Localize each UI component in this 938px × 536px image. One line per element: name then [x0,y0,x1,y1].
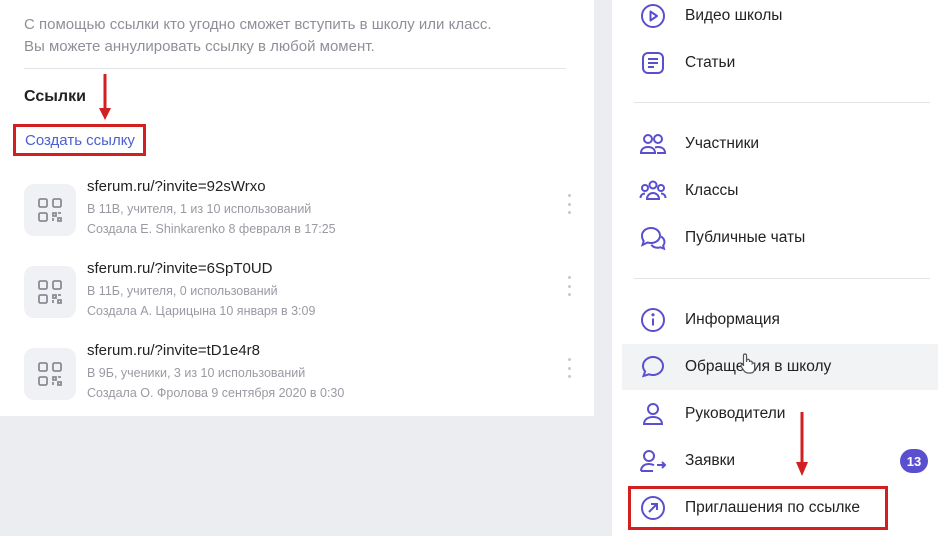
school-menu: Видео школы Статьи Участники Классы Публ… [612,0,938,536]
menu-item-label: Приглашения по ссылке [685,499,860,516]
requests-count-badge: 13 [900,449,928,473]
menu-item-label: Информация [685,311,780,328]
menu-item-members[interactable]: Участники [612,121,938,167]
menu-item-requests[interactable]: Заявки 13 [612,438,938,484]
annotation-arrow [98,74,112,122]
menu-item-link-invitations[interactable]: Приглашения по ссылке [612,485,938,531]
menu-item-label: Участники [685,135,760,152]
arrow-circle-icon [638,493,668,523]
qr-code-icon[interactable] [24,348,76,400]
menu-item-label: Публичные чаты [685,229,806,246]
menu-item-label: Руководители [685,405,786,422]
more-icon[interactable] [566,276,572,296]
cursor-hand-icon [740,352,756,374]
qr-code-icon[interactable] [24,266,76,318]
more-icon[interactable] [566,358,572,378]
link-meta: В 11В, учителя, 1 из 10 использований [87,202,312,216]
links-section-title: Ссылки [24,88,86,105]
members-icon [638,129,668,159]
link-creator: Создала А. Царицына 10 января в 3:09 [87,304,316,318]
menu-item-label: Классы [685,182,739,199]
info-icon [638,305,668,335]
menu-item-articles[interactable]: Статьи [612,40,938,86]
more-icon[interactable] [566,194,572,214]
user-icon [638,399,668,429]
menu-item-label: Видео школы [685,7,783,24]
link-url[interactable]: sferum.ru/?invite=92sWrxo [87,178,266,195]
menu-item-classes[interactable]: Классы [612,168,938,214]
link-meta: В 11Б, учителя, 0 использований [87,284,278,298]
menu-item-label: Статьи [685,54,736,71]
description: С помощью ссылки кто угодно сможет вступ… [24,16,492,55]
link-url[interactable]: sferum.ru/?invite=tD1e4r8 [87,342,260,359]
menu-item-appeals[interactable]: Обращения в школу [622,344,938,390]
annotation-arrow [795,412,809,478]
menu-item-school-video[interactable]: Видео школы [612,0,938,39]
menu-item-information[interactable]: Информация [612,297,938,343]
divider [634,102,930,103]
list-item[interactable]: sferum.ru/?invite=92sWrxo В 11В, учителя… [24,178,584,242]
divider [24,68,566,69]
user-add-icon [638,446,668,476]
list-item[interactable]: sferum.ru/?invite=6SpT0UD В 11Б, учителя… [24,260,584,324]
chats-icon [638,223,668,253]
menu-item-label: Заявки [685,452,736,469]
menu-item-public-chats[interactable]: Публичные чаты [612,215,938,261]
menu-item-label: Обращения в школу [685,358,832,375]
classes-icon [638,176,668,206]
create-link-button[interactable]: Создать ссылку [13,124,146,156]
play-circle-icon [638,1,668,31]
link-creator: Создала О. Фролова 9 сентября 2020 в 0:3… [87,386,345,400]
article-icon [638,48,668,78]
list-item[interactable]: sferum.ru/?invite=tD1e4r8 В 9Б, ученики,… [24,342,584,406]
divider [634,278,930,279]
link-creator: Создала E. Shinkarenko 8 февраля в 17:25 [87,222,336,236]
link-url[interactable]: sferum.ru/?invite=6SpT0UD [87,260,273,277]
invite-links-panel: С помощью ссылки кто угодно сможет вступ… [0,0,594,416]
menu-item-managers[interactable]: Руководители [612,391,938,437]
qr-code-icon[interactable] [24,184,76,236]
message-icon [638,352,668,382]
link-meta: В 9Б, ученики, 3 из 10 использований [87,366,306,380]
